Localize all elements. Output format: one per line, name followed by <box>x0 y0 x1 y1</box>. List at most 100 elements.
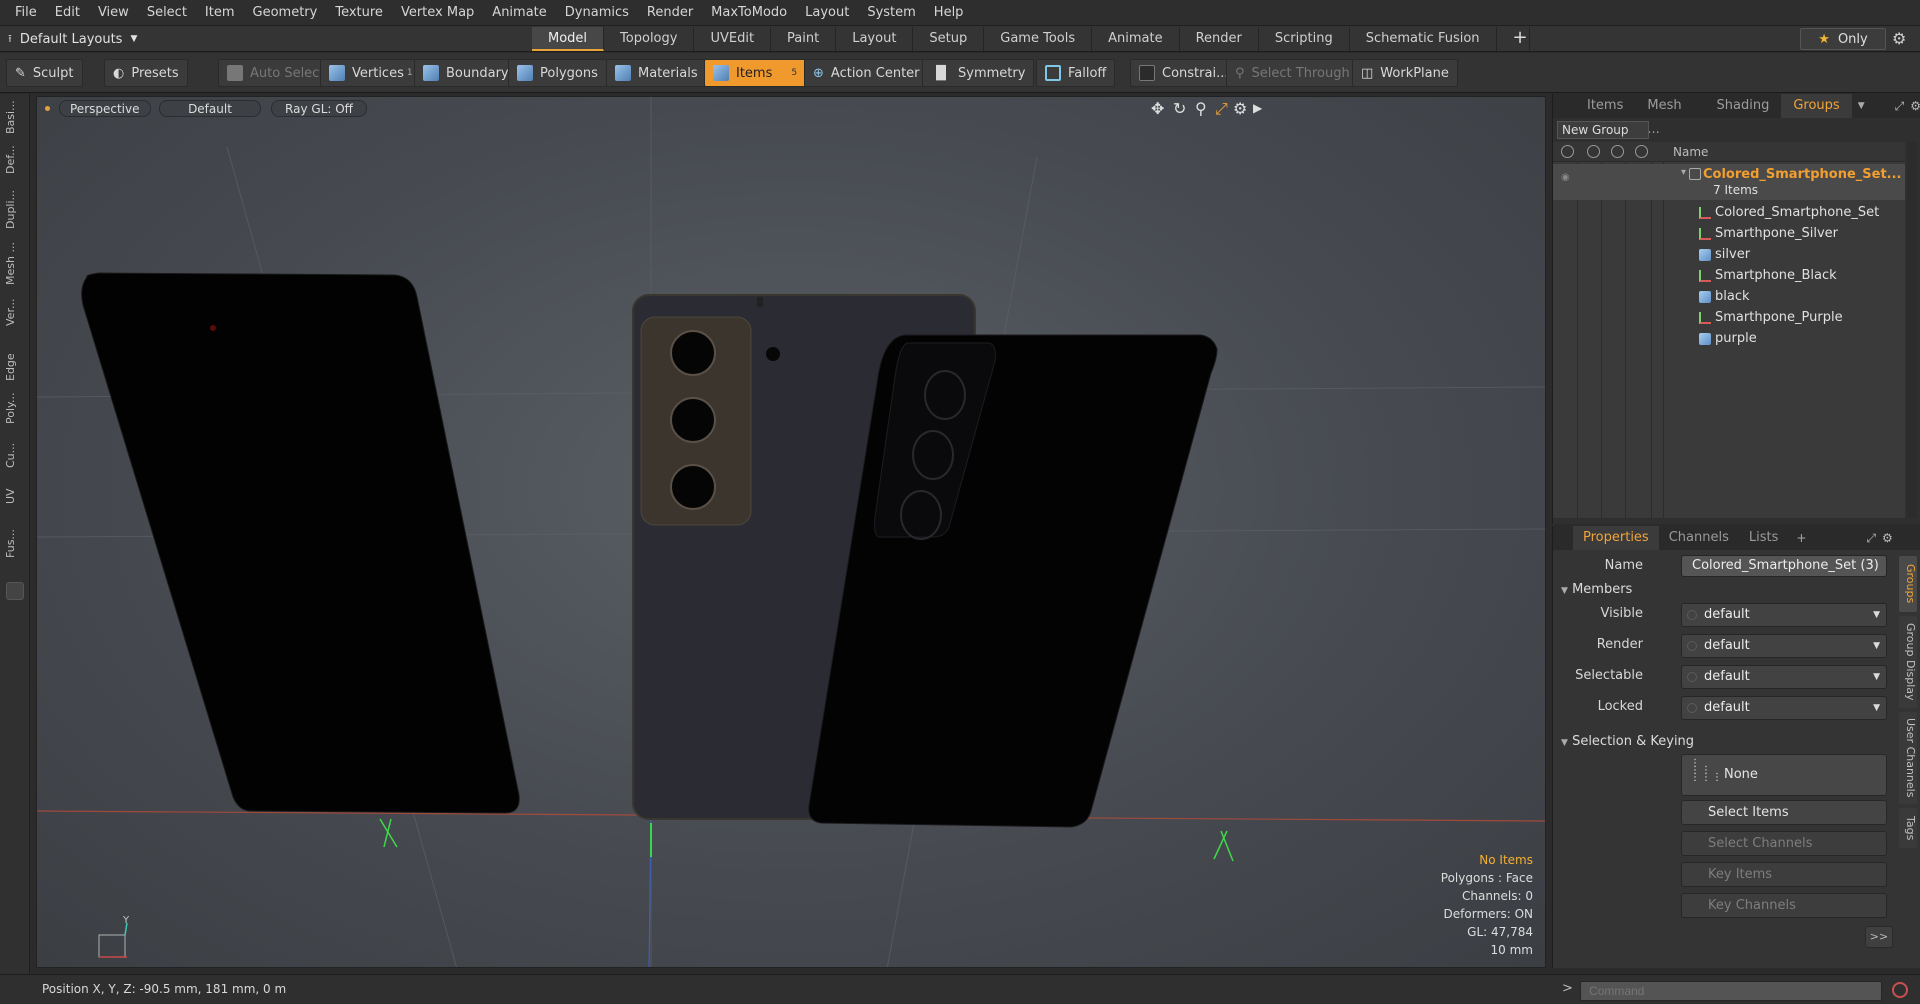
vertices-button[interactable]: Vertices 1 <box>320 59 422 87</box>
expand-panel-icon[interactable]: ⤢ <box>1895 99 1905 114</box>
locked-dropdown[interactable]: default <box>1681 696 1887 720</box>
select-through-button[interactable]: ⚲ Select Through <box>1226 59 1359 87</box>
left-tab-vertex[interactable]: Ver... <box>4 294 26 330</box>
symmetry-button[interactable]: ▐▌ Symmetry <box>922 59 1035 87</box>
left-tab-mesh[interactable]: Mesh ... <box>4 240 26 288</box>
key-channels-button[interactable]: Key Channels <box>1681 893 1887 918</box>
menu-texture[interactable]: Texture <box>326 5 392 20</box>
items-button[interactable]: Items 5 <box>704 59 807 87</box>
menu-layout[interactable]: Layout <box>796 5 858 20</box>
menu-view[interactable]: View <box>89 5 138 20</box>
tree-item[interactable]: Smartphone_Black <box>1553 265 1905 286</box>
new-group-button[interactable]: New Group <box>1557 121 1649 139</box>
group-row[interactable]: ◉ ▾ Colored_Smartphone_Set... 7 Items <box>1553 164 1905 200</box>
left-tab-deform[interactable]: Def... <box>4 140 26 180</box>
materials-button[interactable]: Materials <box>606 59 707 87</box>
menu-geometry[interactable]: Geometry <box>244 5 327 20</box>
auto-select-button[interactable]: Auto Select <box>218 59 334 87</box>
tree-item[interactable]: Smarthpone_Purple <box>1553 307 1905 328</box>
menu-animate[interactable]: Animate <box>483 5 555 20</box>
panel-gear-icon[interactable]: ⚙ <box>1910 99 1920 113</box>
viewport-menu-dot[interactable] <box>45 106 50 111</box>
constraints-button[interactable]: Constrai... <box>1130 59 1238 87</box>
tab-mesh[interactable]: Mesh ... <box>1635 94 1704 137</box>
action-center-button[interactable]: ⊕ Action Center <box>804 59 929 87</box>
zoom-icon[interactable]: ⚲ <box>1195 99 1207 118</box>
command-input[interactable] <box>1580 981 1882 1001</box>
view-mode-button[interactable]: Perspective <box>59 100 151 117</box>
side-tab-tags[interactable]: Tags <box>1899 808 1917 848</box>
tab-scripting[interactable]: Scripting <box>1259 27 1350 51</box>
tab-schematic-fusion[interactable]: Schematic Fusion <box>1350 27 1497 51</box>
tab-lists[interactable]: Lists <box>1739 526 1789 550</box>
menu-dynamics[interactable]: Dynamics <box>556 5 638 20</box>
expand-toggle-icon[interactable] <box>6 582 24 600</box>
left-tab-uv[interactable]: UV <box>4 484 26 508</box>
tab-channels[interactable]: Channels <box>1659 526 1739 550</box>
move-view-icon[interactable]: ✥ <box>1151 99 1164 118</box>
layout-dropdown[interactable]: ⭱ Default Layouts ▼ <box>8 29 137 49</box>
selectable-dropdown[interactable]: default <box>1681 665 1887 689</box>
tab-shading[interactable]: Shading <box>1705 94 1782 118</box>
raygl-button[interactable]: Ray GL: Off <box>271 100 367 117</box>
workplane-button[interactable]: ◫ WorkPlane <box>1352 59 1458 87</box>
3d-viewport[interactable]: Y Perspective Default Ray GL: Off ✥ ↻ ⚲ … <box>36 96 1546 968</box>
tab-layout[interactable]: Layout <box>836 27 914 51</box>
left-tab-polygon[interactable]: Poly... <box>4 388 26 428</box>
menu-edit[interactable]: Edit <box>46 5 89 20</box>
tab-uvedit[interactable]: UVEdit <box>694 27 772 51</box>
tab-groups[interactable]: Groups <box>1781 94 1852 118</box>
tree-item[interactable]: purple <box>1553 328 1905 349</box>
menu-file[interactable]: File <box>6 5 46 20</box>
left-tab-fusion[interactable]: Fus... <box>4 524 26 564</box>
members-section[interactable]: ▼ Members <box>1561 582 1632 597</box>
side-tab-groups[interactable]: Groups <box>1899 556 1917 612</box>
tree-scrollbar[interactable] <box>1907 142 1917 518</box>
add-tab-icon[interactable]: + <box>1497 27 1530 51</box>
tab-topology[interactable]: Topology <box>604 27 695 51</box>
panel-gear-icon[interactable]: ⚙ <box>1882 531 1893 545</box>
fit-view-icon[interactable]: ⤢ <box>1215 99 1228 119</box>
menu-select[interactable]: Select <box>138 5 196 20</box>
select-col-icon[interactable] <box>1611 145 1624 158</box>
left-tab-curve[interactable]: Cu... <box>4 440 26 470</box>
lock-col-icon[interactable] <box>1635 145 1648 158</box>
tab-model[interactable]: Model <box>532 27 605 51</box>
visible-dropdown[interactable]: default <box>1681 603 1887 627</box>
menu-system[interactable]: System <box>858 5 924 20</box>
tab-game-tools[interactable]: Game Tools <box>984 27 1093 51</box>
gear-icon[interactable]: ⚙ <box>1892 29 1906 48</box>
left-tab-duplicate[interactable]: Dupli... <box>4 186 26 232</box>
eye-icon[interactable]: ◉ <box>1561 172 1570 183</box>
shading-button[interactable]: Default <box>159 100 261 117</box>
expand-panel-icon[interactable]: ⤢ <box>1866 531 1876 546</box>
menu-maxtomodo[interactable]: MaxToModo <box>702 5 796 20</box>
presets-button[interactable]: ◐ Presets <box>104 59 188 87</box>
left-tab-basic[interactable]: Basi... <box>4 98 26 136</box>
key-items-button[interactable]: Key Items <box>1681 862 1887 887</box>
render-col-icon[interactable] <box>1587 145 1600 158</box>
record-icon[interactable] <box>1892 982 1908 998</box>
tab-properties[interactable]: Properties <box>1573 526 1659 550</box>
name-column-header[interactable]: Name <box>1673 145 1708 159</box>
tree-item[interactable]: black <box>1553 286 1905 307</box>
tab-animate[interactable]: Animate <box>1092 27 1180 51</box>
menu-vertex-map[interactable]: Vertex Map <box>392 5 483 20</box>
more-button[interactable]: >> <box>1865 926 1893 948</box>
collapse-icon[interactable]: ▾ <box>1681 167 1686 178</box>
render-dropdown[interactable]: default <box>1681 634 1887 658</box>
side-tab-user-channels[interactable]: User Channels <box>1899 712 1917 804</box>
none-button[interactable]: ⋮ ⋮⋮ ⋮⋮⋮ None <box>1681 754 1887 796</box>
menu-render[interactable]: Render <box>638 5 702 20</box>
chevron-down-icon[interactable]: ▼ <box>1858 101 1865 111</box>
select-items-button[interactable]: Select Items <box>1681 800 1887 825</box>
only-button[interactable]: ★ Only <box>1800 28 1886 50</box>
tree-item[interactable]: Colored_Smartphone_Set <box>1553 202 1905 223</box>
viewport-settings-icon[interactable]: ⚙ <box>1233 99 1247 118</box>
falloff-button[interactable]: Falloff <box>1036 59 1116 87</box>
viewport-expand-icon[interactable]: ▶ <box>1253 101 1262 115</box>
tab-render[interactable]: Render <box>1180 27 1259 51</box>
tree-item[interactable]: silver <box>1553 244 1905 265</box>
select-channels-button[interactable]: Select Channels <box>1681 831 1887 856</box>
tab-items[interactable]: Items <box>1575 94 1635 118</box>
